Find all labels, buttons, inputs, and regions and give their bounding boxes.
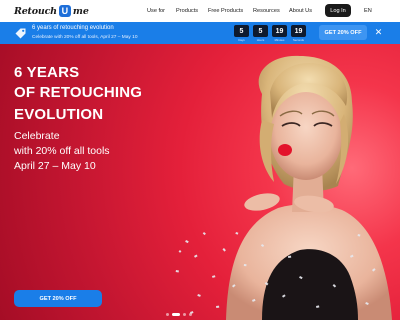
login-button[interactable]: Log In — [325, 4, 351, 17]
carousel-dot[interactable] — [183, 313, 186, 316]
close-icon[interactable]: ✕ — [373, 27, 384, 38]
hero-banner: 6 YEARS OF RETOUCHING EVOLUTION Celebrat… — [0, 44, 400, 320]
hero-subtitle-line-3: April 27 – May 10 — [14, 160, 96, 172]
menu-item-products[interactable]: Products — [176, 8, 198, 14]
language-selector[interactable]: EN — [364, 0, 372, 22]
countdown-minutes-label: Minutes — [274, 38, 285, 42]
countdown-minutes: 19 — [272, 25, 287, 37]
hero-get-discount-button[interactable]: GET 20% OFF — [14, 290, 102, 307]
carousel-dot-active[interactable] — [172, 313, 180, 316]
menu-item-free-products[interactable]: Free Products — [208, 8, 243, 14]
menu-item-about-us[interactable]: About Us — [289, 8, 312, 14]
logo-text: Retouch — [14, 5, 57, 17]
hero-subtitle-line-1: Celebrate — [14, 130, 60, 142]
countdown-hours: 5 — [253, 25, 268, 37]
hero-title-line-2: OF RETOUCHING — [14, 84, 143, 101]
hero-title-line-1: 6 YEARS — [14, 64, 80, 81]
menu-item-resources[interactable]: Resources — [253, 8, 280, 14]
top-navigation: Retouch U me Use for Products Free Produ… — [0, 0, 400, 22]
countdown-days-label: Days — [238, 38, 245, 42]
tag-icon — [15, 28, 26, 39]
promo-title: 6 years of retouching evolution — [32, 25, 114, 31]
logo-mark: U — [58, 5, 71, 17]
countdown-seconds-label: Seconds — [293, 38, 304, 42]
hero-subtitle-line-2: with 20% off all tools — [14, 145, 110, 157]
countdown-days: 5 — [234, 25, 249, 37]
carousel-indicators — [166, 313, 192, 316]
carousel-dot[interactable] — [166, 313, 169, 316]
hero-title-line-3: EVOLUTION — [14, 106, 104, 123]
countdown-seconds: 19 — [291, 25, 306, 37]
logo-text-suffix: me — [72, 5, 89, 17]
countdown-hours-label: Hours — [256, 38, 265, 42]
promo-subtitle: Celebrate with 20% off all tools, April … — [32, 35, 138, 40]
carousel-dot[interactable] — [189, 313, 192, 316]
promo-get-discount-button[interactable]: GET 20% OFF — [319, 25, 367, 40]
retouchme-logo[interactable]: Retouch U me — [14, 4, 89, 18]
menu-item-use-for[interactable]: Use for — [147, 8, 165, 14]
